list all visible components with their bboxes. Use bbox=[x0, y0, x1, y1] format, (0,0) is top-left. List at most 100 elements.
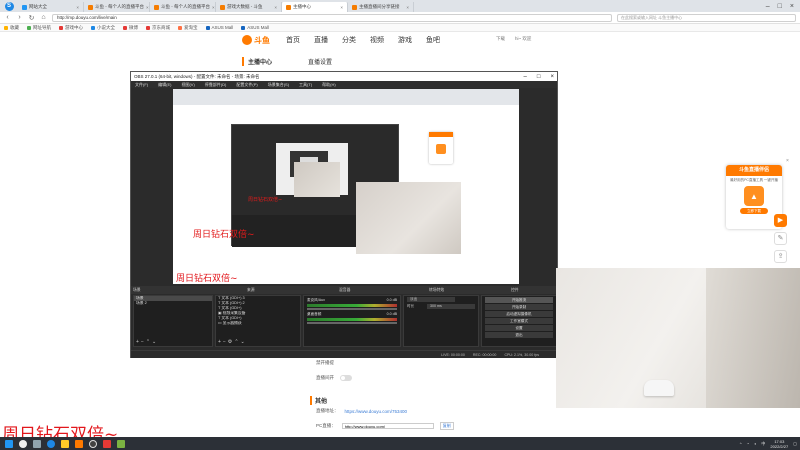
promo-close-icon[interactable]: × bbox=[784, 158, 791, 165]
nav-live[interactable]: 直播 bbox=[314, 35, 328, 45]
menu-view[interactable]: 视图(V) bbox=[181, 82, 194, 88]
close-icon[interactable]: × bbox=[76, 5, 79, 10]
controls-dock: 开始推流 开始录制 启动虚拟摄像机 工作室模式 设置 退出 bbox=[481, 295, 557, 347]
back-icon[interactable]: ‹ bbox=[4, 14, 11, 21]
douyu-app-icon[interactable] bbox=[75, 439, 83, 448]
virtual-camera-button[interactable]: 启动虚拟摄像机 bbox=[485, 311, 553, 317]
home-icon[interactable]: ⌂ bbox=[40, 14, 47, 21]
reload-icon[interactable]: ↻ bbox=[28, 14, 35, 22]
browser-tab[interactable]: 网站大全 × bbox=[18, 2, 84, 12]
scene-item[interactable]: 场景 2 bbox=[134, 301, 212, 306]
address-bar[interactable]: http://mp.douyu.com/live/main bbox=[52, 13, 612, 22]
search-input[interactable]: 在此搜索或输入网址 斗鱼主播中心 bbox=[617, 13, 796, 22]
close-window-icon[interactable]: × bbox=[790, 3, 794, 10]
clock[interactable]: 17:03 2022/2/27 bbox=[770, 439, 788, 449]
volume-slider[interactable] bbox=[307, 322, 397, 324]
bookmark-item[interactable]: 小说大全 bbox=[91, 25, 115, 31]
bookmark-item[interactable]: 游戏中心 bbox=[59, 25, 83, 31]
move-down-icon[interactable]: ⌄ bbox=[241, 339, 247, 345]
close-icon[interactable]: × bbox=[274, 5, 277, 10]
browser-app-icon[interactable] bbox=[47, 439, 55, 448]
pc-link-field[interactable] bbox=[341, 423, 434, 429]
bookmark-item[interactable]: 京东商城 bbox=[146, 25, 170, 31]
bookmarks-bar: 收藏 网址导航 游戏中心 小说大全 微博 京东商城 爱淘宝 ASUS Mall … bbox=[0, 24, 800, 32]
source-item[interactable]: ▭ 显示器捕获 bbox=[216, 321, 300, 326]
maximize-icon[interactable]: □ bbox=[778, 3, 782, 10]
move-down-icon[interactable]: ⌄ bbox=[152, 339, 158, 345]
bookmark-icon bbox=[178, 25, 182, 30]
forward-icon[interactable]: › bbox=[16, 14, 23, 21]
network-icon[interactable]: ◔ bbox=[747, 441, 749, 446]
volume-icon[interactable]: ◖ bbox=[754, 441, 756, 446]
browser-tab[interactable]: 游戏大数据 - 斗鱼 × bbox=[216, 2, 282, 12]
minimize-icon[interactable]: – bbox=[766, 3, 770, 10]
browser-tab[interactable]: 主播直播间分享链接 × bbox=[348, 2, 414, 12]
bookmark-icon bbox=[241, 25, 246, 30]
bookmark-item[interactable]: 爱淘宝 bbox=[178, 25, 198, 31]
menu-tools[interactable]: 工具(T) bbox=[299, 82, 312, 88]
browser-tab-active[interactable]: 主播中心 × bbox=[282, 2, 348, 12]
user-greeting[interactable]: hi~ 欢迎 bbox=[515, 36, 531, 42]
nav-category[interactable]: 分类 bbox=[342, 35, 356, 45]
close-icon[interactable]: × bbox=[146, 5, 149, 10]
settings-button[interactable]: 设置 bbox=[485, 325, 553, 331]
browser-tab[interactable]: 斗鱼 - 每个人的直播平台 × bbox=[150, 2, 216, 12]
nav-home[interactable]: 首页 bbox=[286, 35, 300, 45]
maximize-icon[interactable]: □ bbox=[537, 74, 541, 80]
obs-app-icon[interactable] bbox=[89, 439, 97, 448]
nav-video[interactable]: 视频 bbox=[370, 35, 384, 45]
close-icon[interactable]: × bbox=[406, 5, 409, 10]
nav-fishbar[interactable]: 鱼吧 bbox=[426, 35, 440, 45]
menu-docks[interactable]: 停靠部件(D) bbox=[205, 82, 227, 88]
menu-profile[interactable]: 配置文件(P) bbox=[236, 82, 257, 88]
close-icon[interactable]: × bbox=[550, 74, 554, 80]
mixer-channel: 麦克风/Aux 0.0 dB bbox=[307, 298, 397, 310]
start-recording-button[interactable]: 开始录制 bbox=[485, 304, 553, 310]
site-logo[interactable]: 斗鱼 bbox=[242, 33, 270, 47]
bookmark-item[interactable]: 收藏 bbox=[4, 25, 19, 31]
exit-button[interactable]: 退出 bbox=[485, 332, 553, 338]
browser-logo[interactable]: S bbox=[0, 0, 18, 12]
close-icon[interactable]: × bbox=[212, 5, 215, 10]
task-view-icon[interactable] bbox=[33, 439, 41, 448]
float-share-icon[interactable]: ⇪ bbox=[774, 250, 787, 263]
search-icon[interactable] bbox=[19, 439, 27, 448]
chevron-up-icon[interactable]: ^ bbox=[740, 441, 742, 446]
source-label: 文本 (GDI+) 3 bbox=[221, 296, 245, 300]
menu-help[interactable]: 帮助(H) bbox=[322, 82, 336, 88]
dock-header-scenes: 场景 bbox=[133, 288, 141, 292]
ime-indicator[interactable]: 中 bbox=[761, 441, 765, 447]
duration-input[interactable]: 300 ms bbox=[427, 304, 475, 309]
copy-button[interactable]: 复制 bbox=[439, 422, 454, 430]
notification-icon[interactable]: ▢ bbox=[793, 441, 797, 446]
volume-slider[interactable] bbox=[307, 308, 397, 310]
menu-scene-collection[interactable]: 场景集合(S) bbox=[268, 82, 289, 88]
close-icon[interactable]: × bbox=[340, 5, 343, 10]
bookmark-label: ASUS Mall bbox=[247, 25, 270, 30]
auto-toggle[interactable] bbox=[340, 375, 352, 381]
float-feedback-icon[interactable]: ✎ bbox=[774, 232, 787, 245]
bookmark-label: 爱淘宝 bbox=[184, 24, 198, 30]
explorer-icon[interactable] bbox=[61, 439, 69, 448]
start-streaming-button[interactable]: 开始推流 bbox=[485, 297, 553, 303]
browser-tab[interactable]: 斗鱼 - 每个人的直播平台 × bbox=[84, 2, 150, 12]
app-icon[interactable] bbox=[103, 439, 111, 448]
studio-mode-button[interactable]: 工作室模式 bbox=[485, 318, 553, 324]
nav-game[interactable]: 游戏 bbox=[398, 35, 412, 45]
obs-preview-canvas[interactable]: 周日钻石双倍~ 周日钻石双倍~ bbox=[173, 89, 519, 284]
float-action-icon[interactable]: ▶ bbox=[774, 214, 787, 227]
bookmark-item[interactable]: ASUS Mall bbox=[205, 25, 233, 30]
promo-download-button[interactable]: 立即下载 bbox=[740, 208, 768, 214]
bookmark-item[interactable]: ASUS Mall bbox=[241, 25, 269, 30]
bookmark-item[interactable]: 网址导航 bbox=[27, 25, 51, 31]
app-icon[interactable] bbox=[117, 439, 125, 448]
bookmark-item[interactable]: 微博 bbox=[123, 25, 138, 31]
tab-label: 网站大全 bbox=[29, 4, 47, 9]
download-link[interactable]: 下载 bbox=[496, 36, 505, 42]
transition-select[interactable]: 淡出 bbox=[407, 297, 455, 302]
room-link[interactable]: https://www.douyu.com/753400 bbox=[345, 409, 408, 414]
start-icon[interactable] bbox=[5, 439, 13, 448]
menu-edit[interactable]: 编辑(E) bbox=[158, 82, 171, 88]
menu-file[interactable]: 文件(F) bbox=[135, 82, 148, 88]
minimize-icon[interactable]: – bbox=[524, 74, 527, 80]
